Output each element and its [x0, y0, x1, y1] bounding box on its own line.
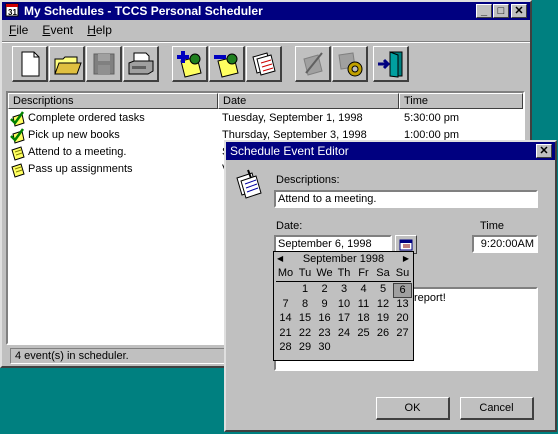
column-header-date[interactable]: Date — [218, 93, 399, 109]
calendar-day[interactable]: 21 — [276, 327, 295, 340]
column-header-time[interactable]: Time — [399, 93, 523, 109]
notes-text: report! — [414, 292, 446, 304]
calendar-day[interactable]: 16 — [315, 312, 334, 325]
save-button[interactable] — [86, 46, 122, 82]
calendar-day[interactable]: 18 — [354, 312, 373, 325]
column-header-descriptions[interactable]: Descriptions — [8, 93, 218, 109]
calendar-day[interactable]: 6 — [393, 283, 412, 298]
remove-event-button[interactable] — [209, 46, 245, 82]
row-date: Tuesday, September 1, 1998 — [222, 112, 363, 124]
calendar-day[interactable]: 20 — [393, 312, 412, 325]
edit-button[interactable] — [295, 46, 331, 82]
date-label: Date: — [276, 220, 303, 232]
calendar-day[interactable]: 24 — [335, 327, 354, 340]
cancel-button[interactable]: Cancel — [460, 397, 534, 420]
calendar-day[interactable]: 8 — [296, 298, 315, 311]
ok-button[interactable]: OK — [376, 397, 450, 420]
calendar-month-label: September 1998 — [302, 253, 385, 265]
row-description: Pass up assignments — [28, 163, 133, 175]
calendar-weekday: Sa — [376, 267, 390, 279]
open-button[interactable] — [49, 46, 85, 82]
calendar-day[interactable]: 2 — [315, 283, 334, 296]
close-button[interactable]: ✕ — [511, 4, 527, 18]
calendar-popup[interactable]: ◀ September 1998 ▶ Mo Tu We Th Fr Sa Su 123456… — [273, 251, 414, 361]
calendar-weekday-row: Mo Tu We Th Fr Sa Su — [276, 267, 413, 281]
calendar-day[interactable]: 3 — [335, 283, 354, 296]
calendar-day[interactable]: 23 — [315, 327, 334, 340]
svg-text:31: 31 — [8, 8, 17, 17]
calendar-day[interactable]: 11 — [354, 298, 373, 311]
time-label: Time — [480, 220, 505, 232]
new-button[interactable] — [12, 46, 48, 82]
calendar-weekday: Mo — [277, 267, 294, 279]
settings-button[interactable] — [332, 46, 368, 82]
calendar-day[interactable]: 26 — [374, 327, 393, 340]
calendar-day[interactable]: 15 — [296, 312, 315, 325]
calendar-weekday: Fr — [358, 267, 369, 279]
calendar-day[interactable]: 29 — [296, 341, 315, 354]
menu-event[interactable]: Event — [38, 21, 77, 39]
descriptions-input[interactable]: Attend to a meeting. — [274, 190, 538, 208]
status-bar: 4 event(s) in scheduler. — [10, 348, 230, 364]
calendar-day[interactable]: 22 — [296, 327, 315, 340]
time-input[interactable]: 9:20:00AM — [472, 235, 538, 253]
row-description: Pick up new books — [28, 129, 120, 141]
menubar: File Event Help — [2, 21, 530, 39]
event-editor-icon — [234, 168, 266, 203]
calendar-day[interactable]: 17 — [335, 312, 354, 325]
calendar-day[interactable]: 1 — [296, 283, 315, 296]
row-description: Complete ordered tasks — [28, 112, 145, 124]
calendar-day[interactable]: 5 — [374, 283, 393, 296]
calendar-day[interactable]: 19 — [374, 312, 393, 325]
list-row[interactable]: Complete ordered tasks Tuesday, Septembe… — [8, 110, 523, 127]
calendar-day[interactable]: 30 — [315, 341, 334, 354]
toolbar-separator — [2, 41, 530, 43]
calendar-day[interactable]: 28 — [276, 341, 295, 354]
dialog-titlebar[interactable]: Schedule Event Editor ✕ — [226, 142, 555, 160]
calendar-day[interactable]: 25 — [354, 327, 373, 340]
calendar-weekday: We — [316, 267, 333, 279]
calendar-day[interactable]: 4 — [354, 283, 373, 296]
calendar-divider — [276, 281, 411, 282]
maximize-button[interactable]: □ — [493, 4, 509, 18]
add-event-button[interactable] — [172, 46, 208, 82]
calendar-weekday: Th — [337, 267, 351, 279]
exit-button[interactable] — [373, 46, 409, 82]
row-time: 5:30:00 pm — [404, 112, 460, 124]
next-month-arrow-icon[interactable]: ▶ — [403, 254, 409, 263]
calendar-day[interactable]: 9 — [315, 298, 334, 311]
main-window-title: My Schedules - TCCS Personal Scheduler — [24, 4, 263, 18]
minimize-button[interactable]: _ — [476, 4, 492, 18]
main-titlebar[interactable]: 31 My Schedules - TCCS Personal Schedule… — [2, 2, 530, 20]
dialog-title: Schedule Event Editor — [230, 144, 349, 158]
calendar-day[interactable]: 10 — [335, 298, 354, 311]
dialog-close-button[interactable]: ✕ — [536, 144, 552, 158]
calendar-weekday: Tu — [298, 267, 312, 279]
calendar-day[interactable]: 27 — [393, 327, 412, 340]
calendar-day[interactable]: 12 — [374, 298, 393, 311]
event-list-button[interactable] — [246, 46, 282, 82]
note-icon — [10, 162, 26, 184]
menu-file[interactable]: File — [5, 21, 32, 39]
calendar-weekday: Su — [395, 267, 410, 279]
menu-help[interactable]: Help — [83, 21, 116, 39]
print-button[interactable] — [123, 46, 159, 82]
calendar-grid: 1 2 3 4 5 6 7 8 9 10 11 12 13 14 15 16 17 18 19 20 21 22 23 24 2… — [276, 283, 413, 358]
calendar-day[interactable]: 13 — [393, 298, 412, 311]
descriptions-label: Descriptions: — [276, 174, 340, 186]
row-description: Attend to a meeting. — [28, 146, 127, 158]
calendar-day[interactable]: 7 — [276, 298, 295, 311]
app-icon[interactable]: 31 — [5, 3, 19, 17]
calendar-day[interactable]: 14 — [276, 312, 295, 325]
